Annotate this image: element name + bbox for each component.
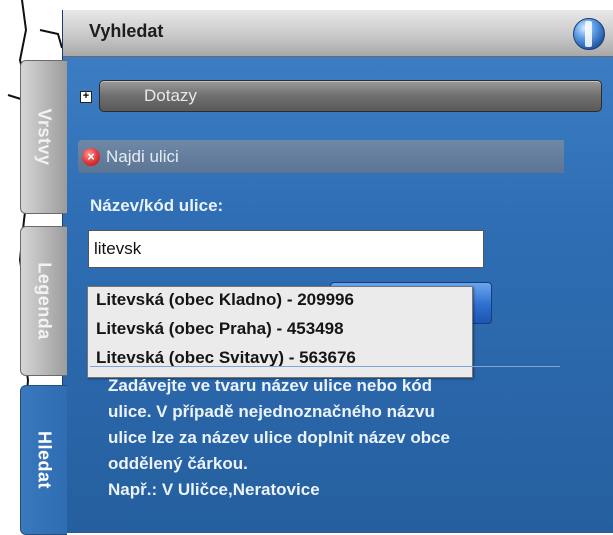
suggestion-item[interactable]: Litevská (obec Kladno) - 209996 [96,290,354,310]
suggestion-dropdown: Litevská (obec Kladno) - 209996 Litevská… [87,286,473,378]
suggestion-item[interactable]: Litevská (obec Praha) - 453498 [96,319,344,339]
help-line: ulice lze za název ulice doplnit název o… [108,428,450,447]
suggestion-item[interactable]: Litevská (obec Svitavy) - 563676 [96,348,356,368]
expand-icon[interactable]: + [80,91,92,103]
help-text: Zadávejte ve tvaru název ulice nebo kód … [108,373,568,503]
panel-header: Vyhledat [63,10,613,57]
tab-legenda-label: Legenda [34,262,55,340]
tab-legenda[interactable]: Legenda [20,226,67,376]
help-line: Zadávejte ve tvaru název ulice nebo kód [108,376,433,395]
divider [90,366,560,367]
najdi-ulici-title: Najdi ulici [106,147,179,166]
dotazy-button[interactable]: Dotazy [99,80,602,112]
tab-hledat[interactable]: Hledat [20,385,67,535]
dotazy-label: Dotazy [144,86,197,105]
street-name-label: Název/kód ulice: [90,196,224,215]
tab-vrstvy-label: Vrstvy [34,108,55,166]
help-line: oddělený čárkou. [108,454,248,473]
help-line: ulice. V případě nejednoznačného názvu [108,402,435,421]
street-search-input[interactable] [88,230,484,268]
tab-hledat-label: Hledat [34,430,55,490]
help-example: Např.: V Uličce,Neratovice [108,480,320,499]
panel-title: Vyhledat [89,21,164,41]
najdi-ulici-header: × Najdi ulici [78,140,564,173]
close-icon[interactable]: × [82,148,100,166]
tab-vrstvy[interactable]: Vrstvy [20,60,67,214]
globe-icon[interactable] [573,18,605,50]
